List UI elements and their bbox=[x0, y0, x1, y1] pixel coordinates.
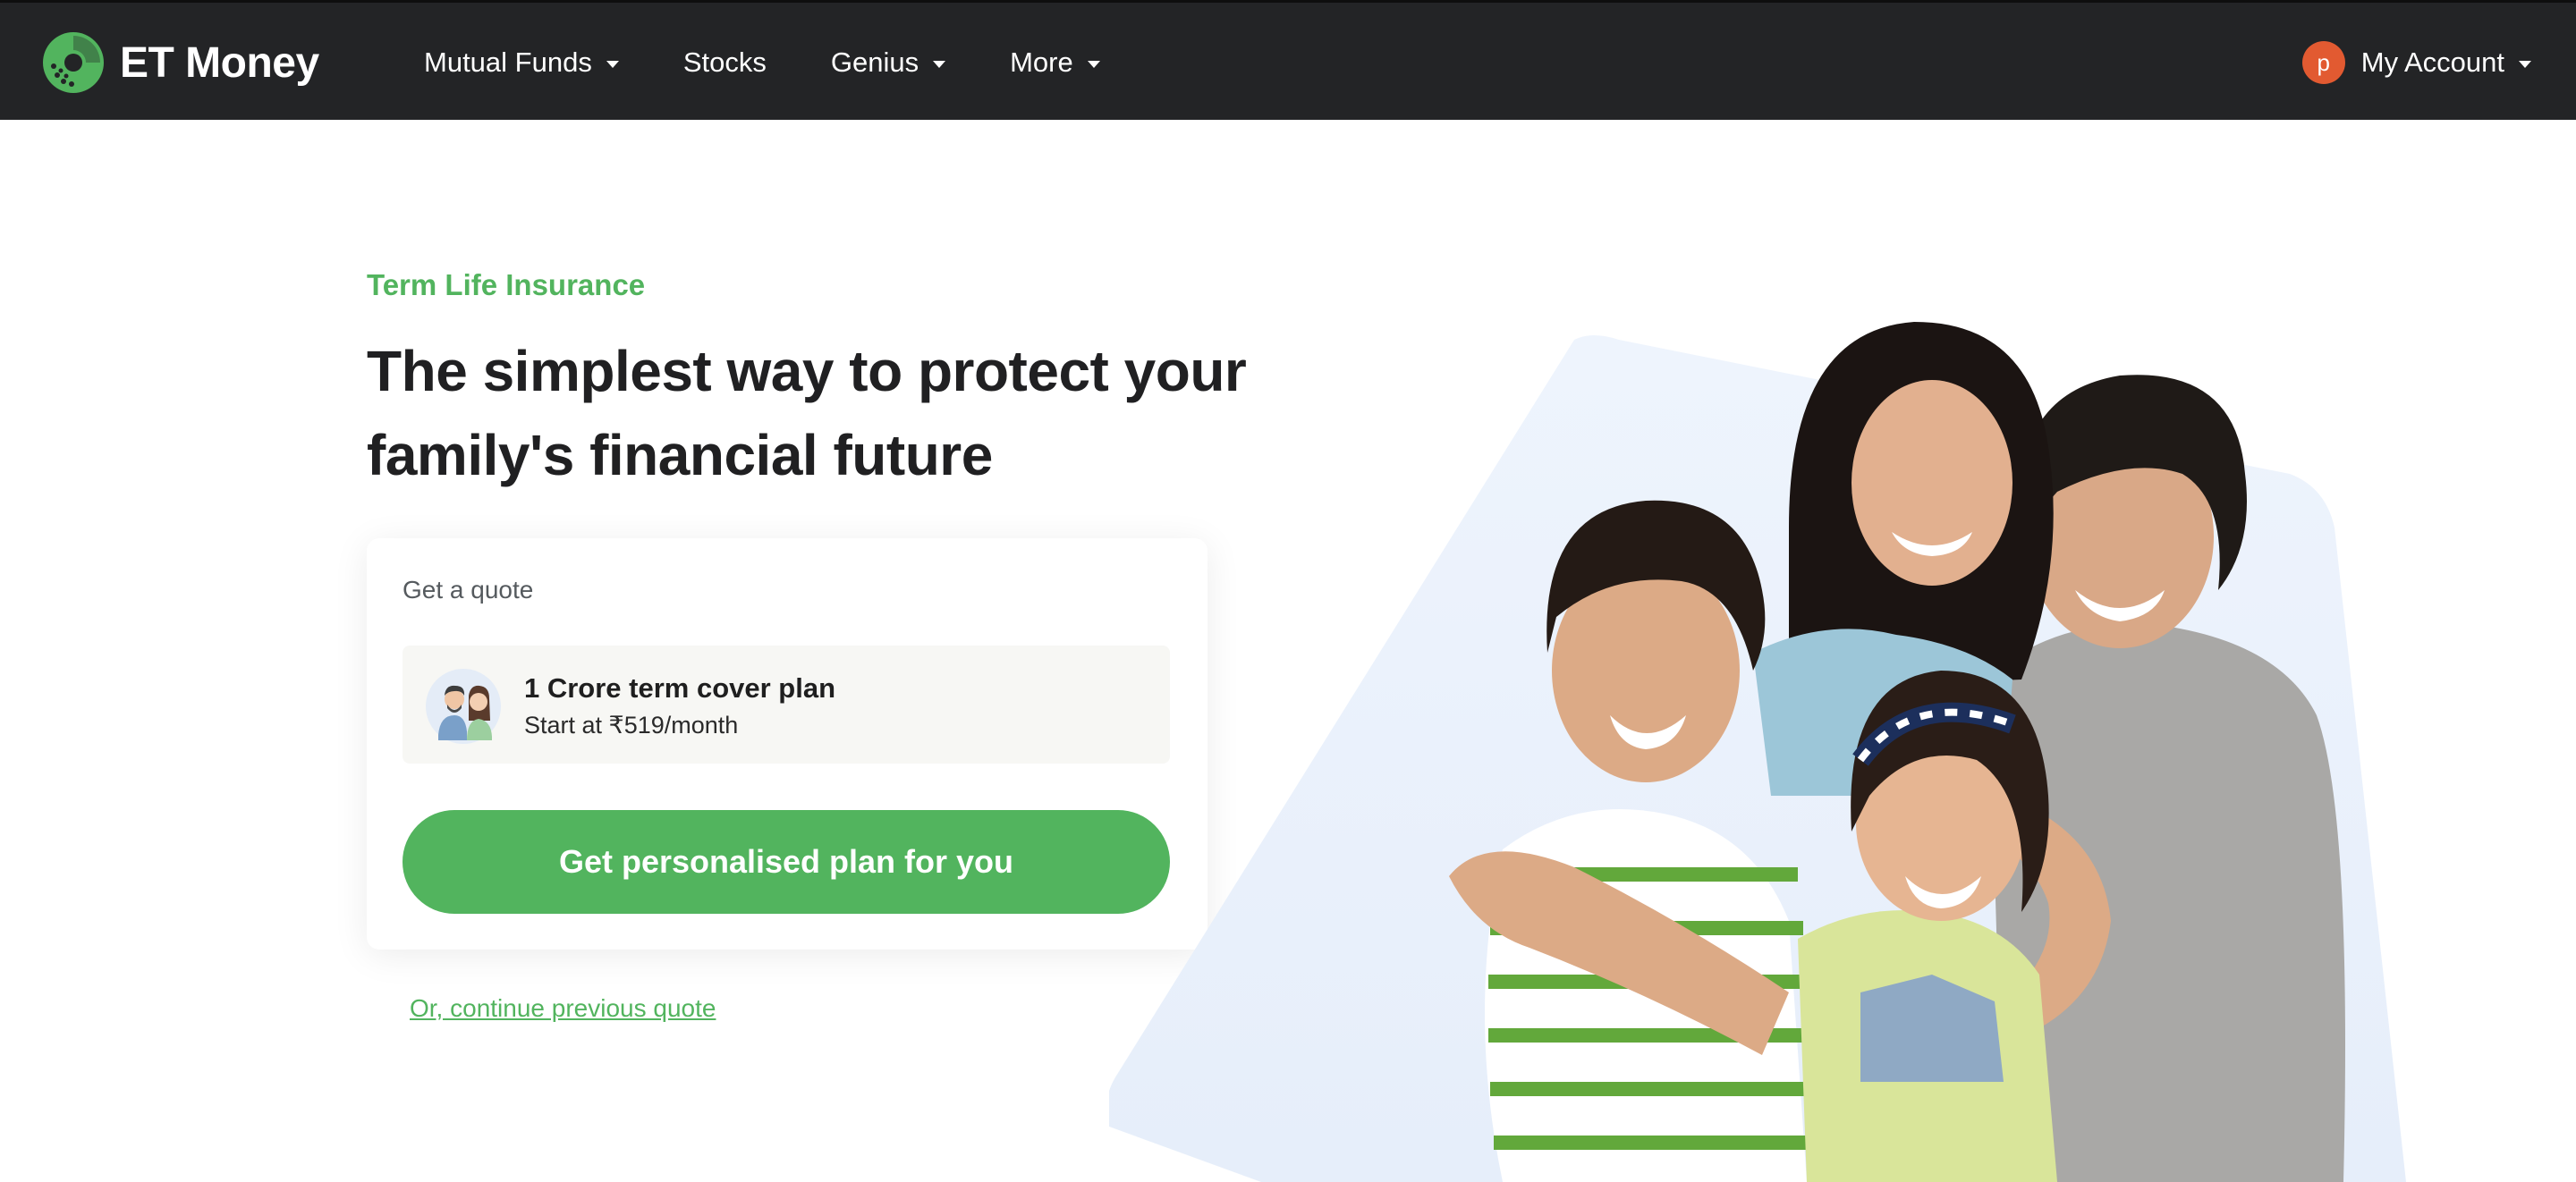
brand[interactable]: ET Money bbox=[41, 30, 319, 96]
nav-stocks[interactable]: Stocks bbox=[683, 46, 767, 79]
caret-down-icon bbox=[933, 61, 946, 68]
brand-name: ET Money bbox=[120, 38, 319, 87]
plan-name: 1 Crore term cover plan bbox=[524, 672, 836, 704]
et-money-logo-icon bbox=[43, 32, 104, 93]
nav-genius-label: Genius bbox=[830, 46, 919, 78]
my-account-menu[interactable]: p My Account bbox=[2301, 3, 2531, 122]
continue-previous-quote-link[interactable]: Or, continue previous quote bbox=[410, 994, 716, 1023]
nav-stocks-label: Stocks bbox=[682, 46, 767, 78]
family-hero-image bbox=[1109, 322, 2406, 1182]
caret-down-icon bbox=[606, 61, 619, 68]
caret-down-icon bbox=[2519, 61, 2531, 68]
get-personalised-plan-button[interactable]: Get personalised plan for you bbox=[402, 810, 1170, 914]
nav-more[interactable]: More bbox=[1010, 46, 1100, 79]
my-account-label: My Account bbox=[2360, 46, 2504, 78]
nav-mutual-funds-label: Mutual Funds bbox=[424, 46, 592, 78]
avatar: p bbox=[2301, 41, 2345, 84]
main-nav: Mutual Funds Stocks Genius More bbox=[424, 3, 1165, 122]
plan-summary: 1 Crore term cover plan Start at ₹519/mo… bbox=[402, 646, 1170, 764]
eyebrow-term-life-insurance: Term Life Insurance bbox=[367, 268, 646, 301]
caret-down-icon bbox=[1087, 61, 1100, 68]
quote-card-title: Get a quote bbox=[402, 576, 534, 604]
nav-mutual-funds[interactable]: Mutual Funds bbox=[424, 46, 619, 79]
quote-card: Get a quote 1 Crore term cover plan Star… bbox=[367, 538, 1208, 950]
family-couple-icon bbox=[426, 669, 501, 744]
top-navbar: ET Money Mutual Funds Stocks Genius More… bbox=[0, 0, 2576, 120]
nav-more-label: More bbox=[1010, 46, 1073, 78]
nav-genius[interactable]: Genius bbox=[830, 46, 946, 79]
plan-price: Start at ₹519/month bbox=[524, 712, 739, 739]
